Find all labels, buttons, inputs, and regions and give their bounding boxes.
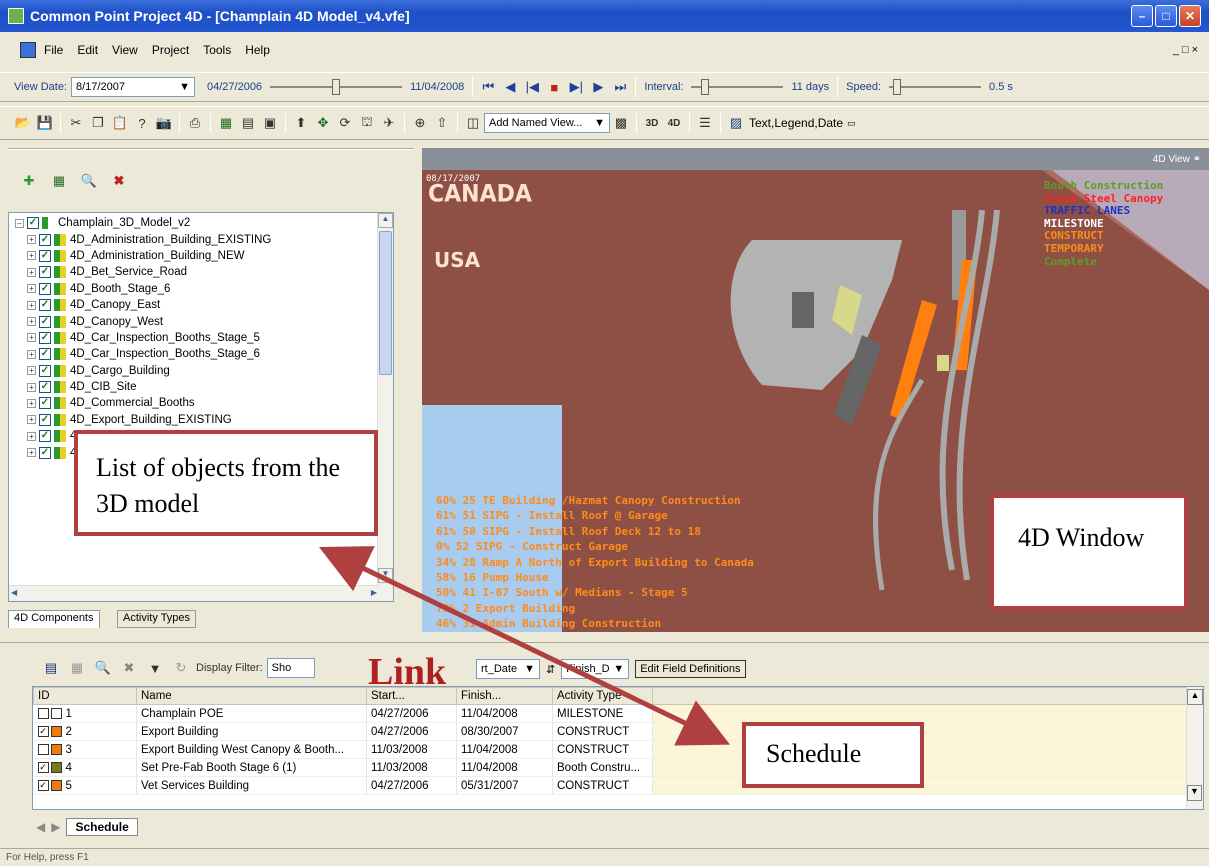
link-arrow [318,546,731,746]
app-window: Common Point Project 4D - [Champlain 4D … [0,0,1209,866]
